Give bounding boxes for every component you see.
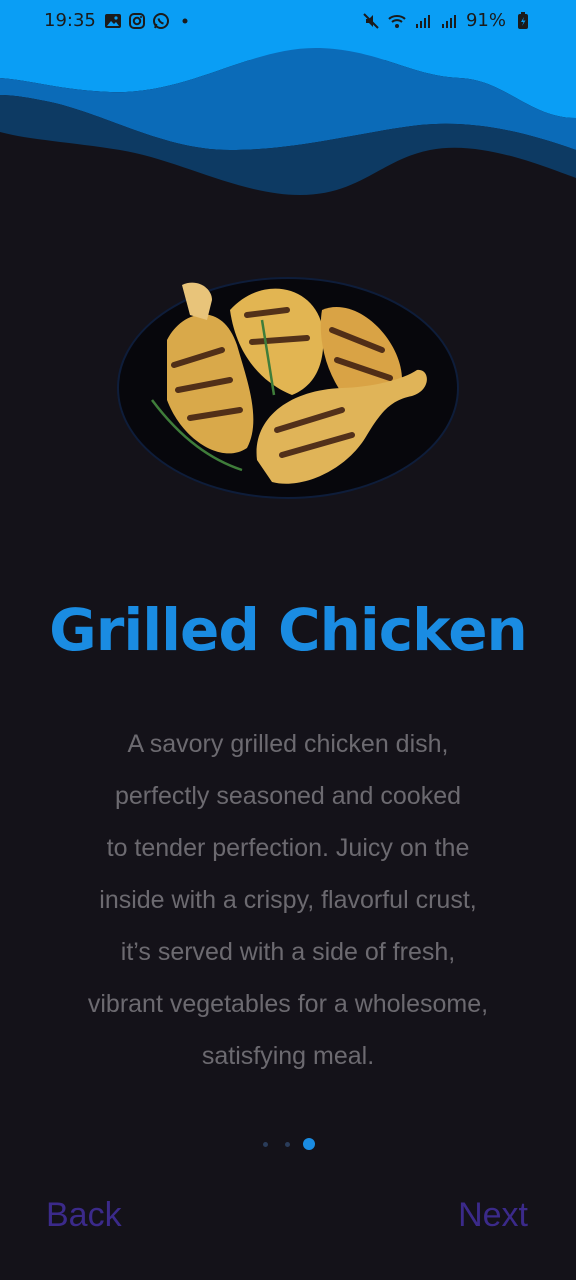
description-line: A savory grilled chicken dish, (127, 730, 449, 758)
notification-icons (104, 12, 194, 30)
page-title: Grilled Chicken (49, 596, 528, 664)
description-line: it’s served with a side of fresh, (120, 938, 456, 966)
signal-icon (415, 14, 430, 28)
dot-icon (182, 18, 188, 24)
wifi-icon (388, 14, 406, 28)
page-dot[interactable] (285, 1142, 290, 1147)
status-bar: 19:35 91% (0, 0, 576, 44)
grilled-chicken-image (117, 277, 459, 499)
page-dot-active[interactable] (303, 1138, 315, 1150)
description: A savory grilled chicken dish, perfectly… (48, 718, 528, 1082)
description-line: to tender perfection. Juicy on the (106, 834, 470, 862)
description-line: inside with a crispy, flavorful crust, (99, 886, 477, 914)
battery-icon (518, 11, 528, 29)
description-line: vibrant vegetables for a wholesome, (87, 990, 489, 1018)
signal-icon (441, 14, 456, 28)
status-time: 19:35 (44, 10, 96, 31)
system-icons: 91% (362, 10, 532, 31)
back-button[interactable]: Back (46, 1196, 122, 1235)
description-line: satisfying meal. (201, 1042, 375, 1070)
instagram-icon (129, 13, 145, 29)
whatsapp-icon (153, 13, 169, 29)
description-line: perfectly seasoned and cooked (114, 782, 462, 810)
page-indicator (0, 1138, 576, 1150)
next-button[interactable]: Next (458, 1196, 528, 1235)
battery-percent: 91% (465, 10, 506, 31)
page-dot[interactable] (263, 1142, 268, 1147)
gallery-icon (105, 14, 121, 28)
mute-icon (363, 12, 379, 29)
